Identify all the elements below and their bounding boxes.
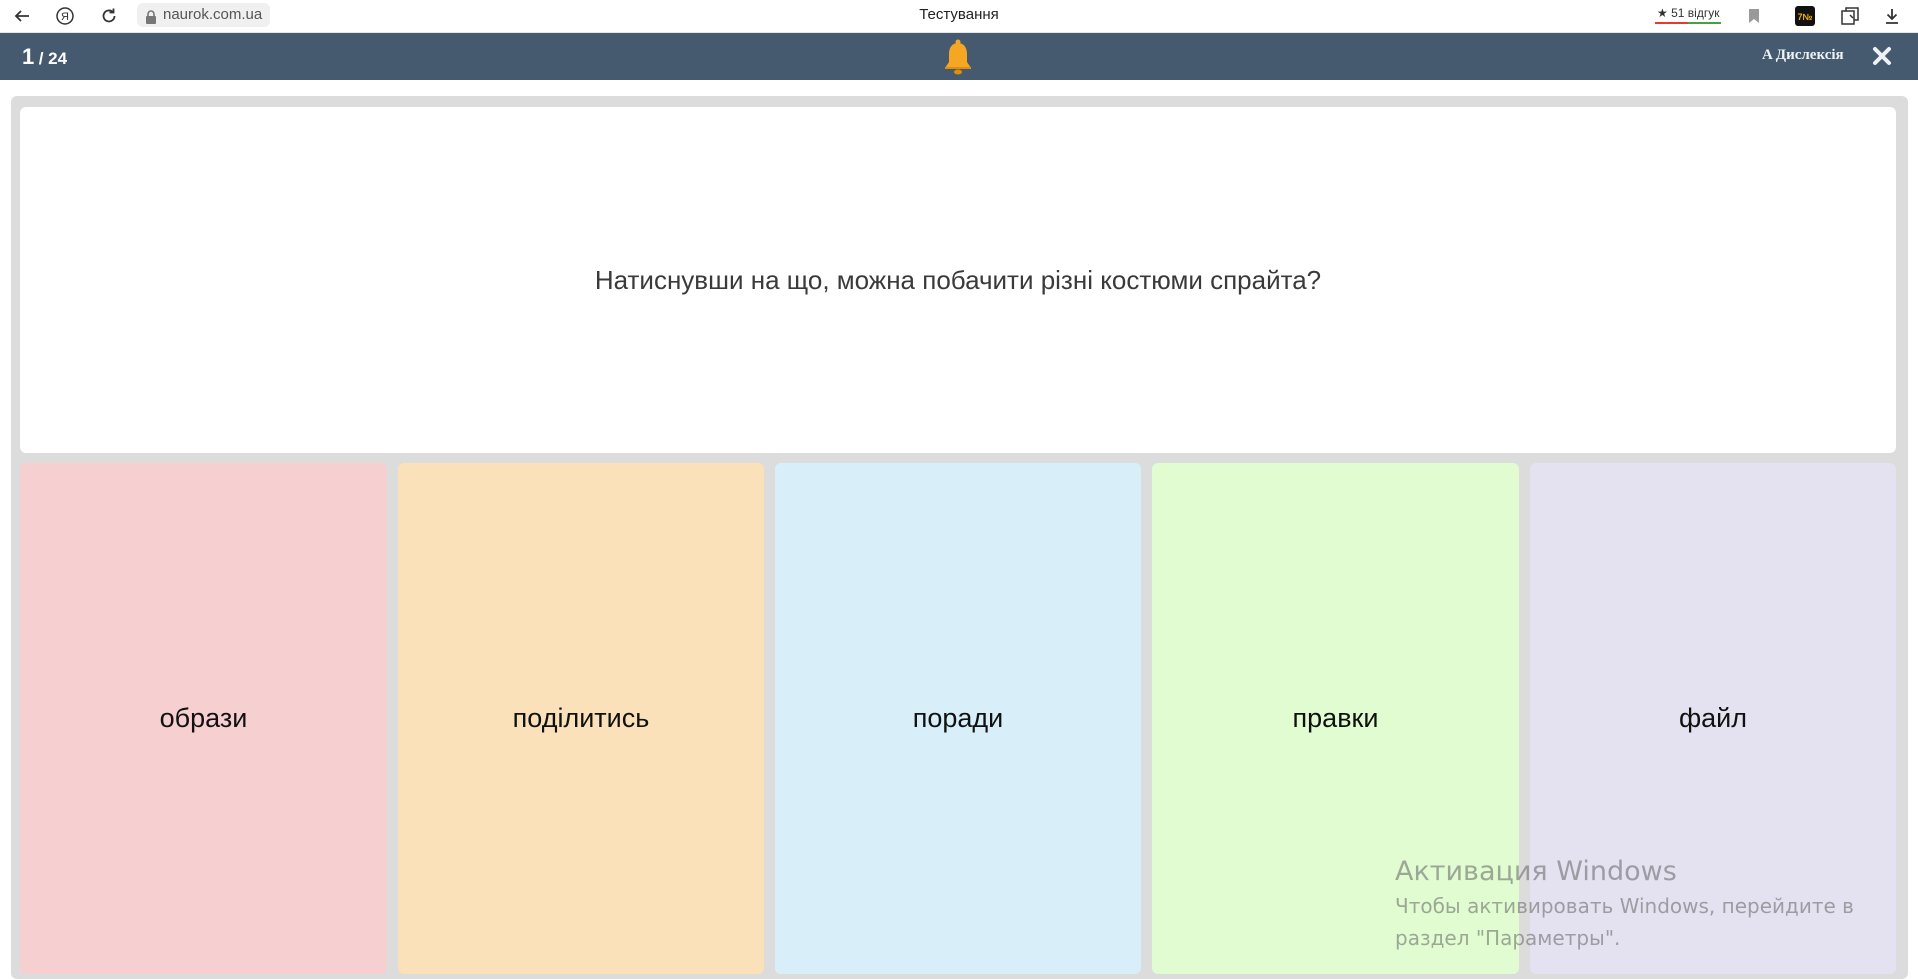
answer-option-4[interactable]: правки	[1152, 463, 1519, 974]
browser-toolbar: Я naurok.com.ua Тестування ★ 51 відгук 7…	[0, 0, 1918, 33]
star-icon: ★	[1657, 6, 1668, 20]
quiz-header: 1 / 24 A Дислексія	[0, 33, 1918, 80]
close-icon[interactable]	[1871, 45, 1893, 67]
question-text: Натиснувши на що, можна побачити різні к…	[594, 264, 1322, 295]
question-counter: 1 / 24	[22, 44, 67, 70]
current-question-number: 1	[22, 44, 35, 69]
reviews-count: 51 відгук	[1671, 6, 1720, 20]
collections-icon[interactable]	[1838, 4, 1862, 28]
question-card: Натиснувши на що, можна побачити різні к…	[20, 107, 1896, 453]
answer-option-1[interactable]: образи	[20, 463, 387, 974]
answer-option-3[interactable]: поради	[775, 463, 1141, 974]
extension-icon[interactable]: 7№	[1793, 4, 1817, 28]
total-questions: / 24	[38, 49, 68, 68]
download-icon[interactable]	[1880, 4, 1904, 28]
svg-text:7№: 7№	[1797, 12, 1812, 22]
bookmark-icon[interactable]	[1742, 4, 1766, 28]
dyslexia-toggle[interactable]: A Дислексія	[1762, 47, 1844, 64]
reviews-link[interactable]: ★ 51 відгук	[1655, 4, 1722, 24]
answer-option-2[interactable]: поділитись	[398, 463, 764, 974]
answer-option-5[interactable]: файл	[1530, 463, 1896, 974]
page-title: Тестування	[919, 6, 999, 23]
bell-icon	[941, 38, 975, 76]
